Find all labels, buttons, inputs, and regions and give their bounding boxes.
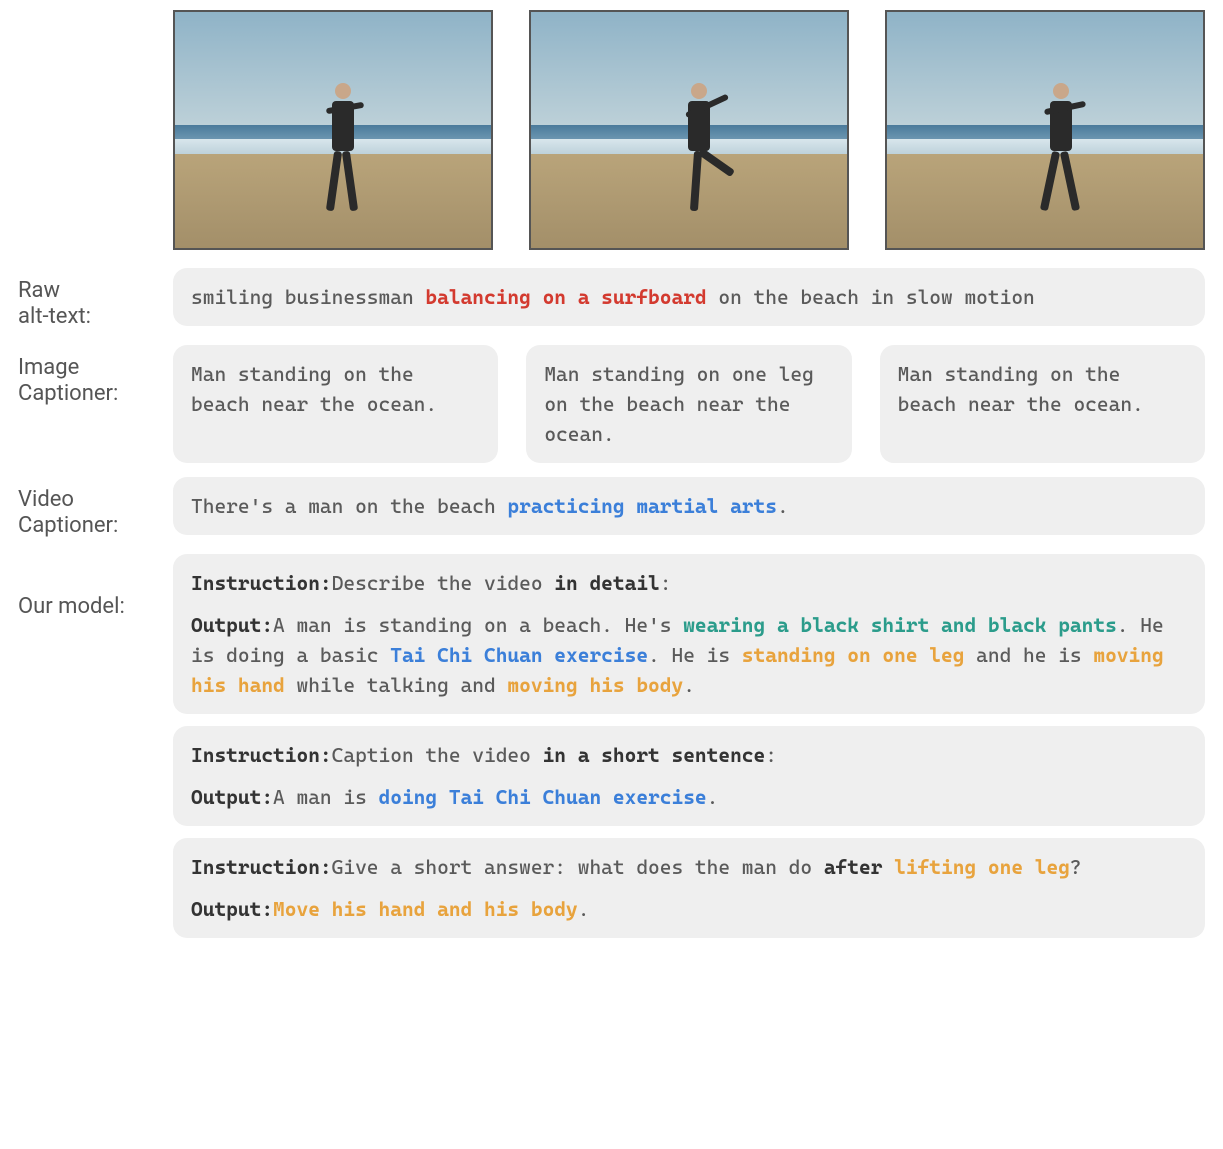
instruction-bold: in detail	[554, 571, 659, 595]
instruction-segment: ?	[1070, 855, 1082, 879]
output-label: Output:	[191, 613, 273, 637]
video-frame-2	[529, 10, 849, 250]
raw-alt-pre: smiling businessman	[191, 285, 425, 309]
instruction-post: :	[765, 743, 777, 767]
video-cap-post: .	[777, 494, 789, 518]
video-captioner-row: Video Captioner: There's a man on the be…	[18, 477, 1205, 540]
output-segment: Tai Chi Chuan exercise	[390, 643, 648, 667]
instruction-label: Instruction:	[191, 743, 332, 767]
our-model-row: Our model: Instruction:Describe the vide…	[18, 554, 1205, 938]
output-line: Output:A man is doing Tai Chi Chuan exer…	[191, 782, 1187, 812]
raw-alt-text-row: Raw alt-text: smiling businessman balanc…	[18, 268, 1205, 331]
instruction-line: Instruction:Caption the video in a short…	[191, 740, 1187, 770]
label-video-captioner: Video Captioner:	[18, 477, 173, 540]
instruction-line: Instruction:Give a short answer: what do…	[191, 852, 1187, 882]
video-frames-row	[173, 10, 1205, 250]
output-segment: standing on one leg	[742, 643, 965, 667]
instruction-pre: Caption the video	[332, 743, 543, 767]
output-segment: wearing a black shirt and black pants	[683, 613, 1117, 637]
label-raw-alt: Raw alt-text:	[18, 268, 173, 331]
label-our-model: Our model:	[18, 554, 173, 620]
output-segment: A man is standing on a beach. He's	[273, 613, 683, 637]
output-segment: moving his body	[507, 673, 683, 697]
image-caption-1: Man standing on the beach near the ocean…	[173, 345, 498, 463]
output-label: Output:	[191, 897, 273, 921]
instruction-bold: after	[824, 855, 883, 879]
instruction-pre: Describe the video	[332, 571, 555, 595]
output-line: Output:A man is standing on a beach. He'…	[191, 610, 1187, 700]
instruction-line: Instruction:Describe the video in detail…	[191, 568, 1187, 598]
video-caption-bubble: There's a man on the beach practicing ma…	[173, 477, 1205, 535]
video-cap-highlight: practicing martial arts	[507, 494, 777, 518]
instruction-segment: lifting one leg	[894, 855, 1070, 879]
video-frame-1	[173, 10, 493, 250]
raw-alt-post: on the beach in slow motion	[707, 285, 1035, 309]
label-image-captioner: Image Captioner:	[18, 345, 173, 408]
output-segment: .	[578, 897, 590, 921]
instruction-pre: Give a short answer: what does the man d…	[332, 855, 824, 879]
instruction-segment	[882, 855, 894, 879]
output-line: Output:Move his hand and his body.	[191, 894, 1187, 924]
instruction-label: Instruction:	[191, 571, 332, 595]
our-model-block-1: Instruction:Describe the video in detail…	[173, 554, 1205, 714]
instruction-post: :	[660, 571, 672, 595]
instruction-bold: in a short sentence	[543, 743, 766, 767]
image-caption-3: Man standing on the beach near the ocean…	[880, 345, 1205, 463]
output-segment: and he is	[964, 643, 1093, 667]
raw-alt-text-bubble: smiling businessman balancing on a surfb…	[173, 268, 1205, 326]
output-segment: .	[683, 673, 695, 697]
our-model-block-3: Instruction:Give a short answer: what do…	[173, 838, 1205, 938]
instruction-label: Instruction:	[191, 855, 332, 879]
image-caption-2: Man standing on one leg on the beach nea…	[526, 345, 851, 463]
our-model-block-2: Instruction:Caption the video in a short…	[173, 726, 1205, 826]
output-segment: . He is	[648, 643, 742, 667]
video-frame-3	[885, 10, 1205, 250]
output-label: Output:	[191, 785, 273, 809]
output-segment: while talking and	[285, 673, 508, 697]
video-cap-pre: There's a man on the beach	[191, 494, 507, 518]
output-segment: doing Tai Chi Chuan exercise	[379, 785, 707, 809]
image-captioner-row: Image Captioner: Man standing on the bea…	[18, 345, 1205, 463]
output-segment: A man is	[273, 785, 378, 809]
raw-alt-highlight: balancing on a surfboard	[425, 285, 706, 309]
output-segment: Move his hand and his body	[273, 897, 578, 921]
output-segment: .	[707, 785, 719, 809]
